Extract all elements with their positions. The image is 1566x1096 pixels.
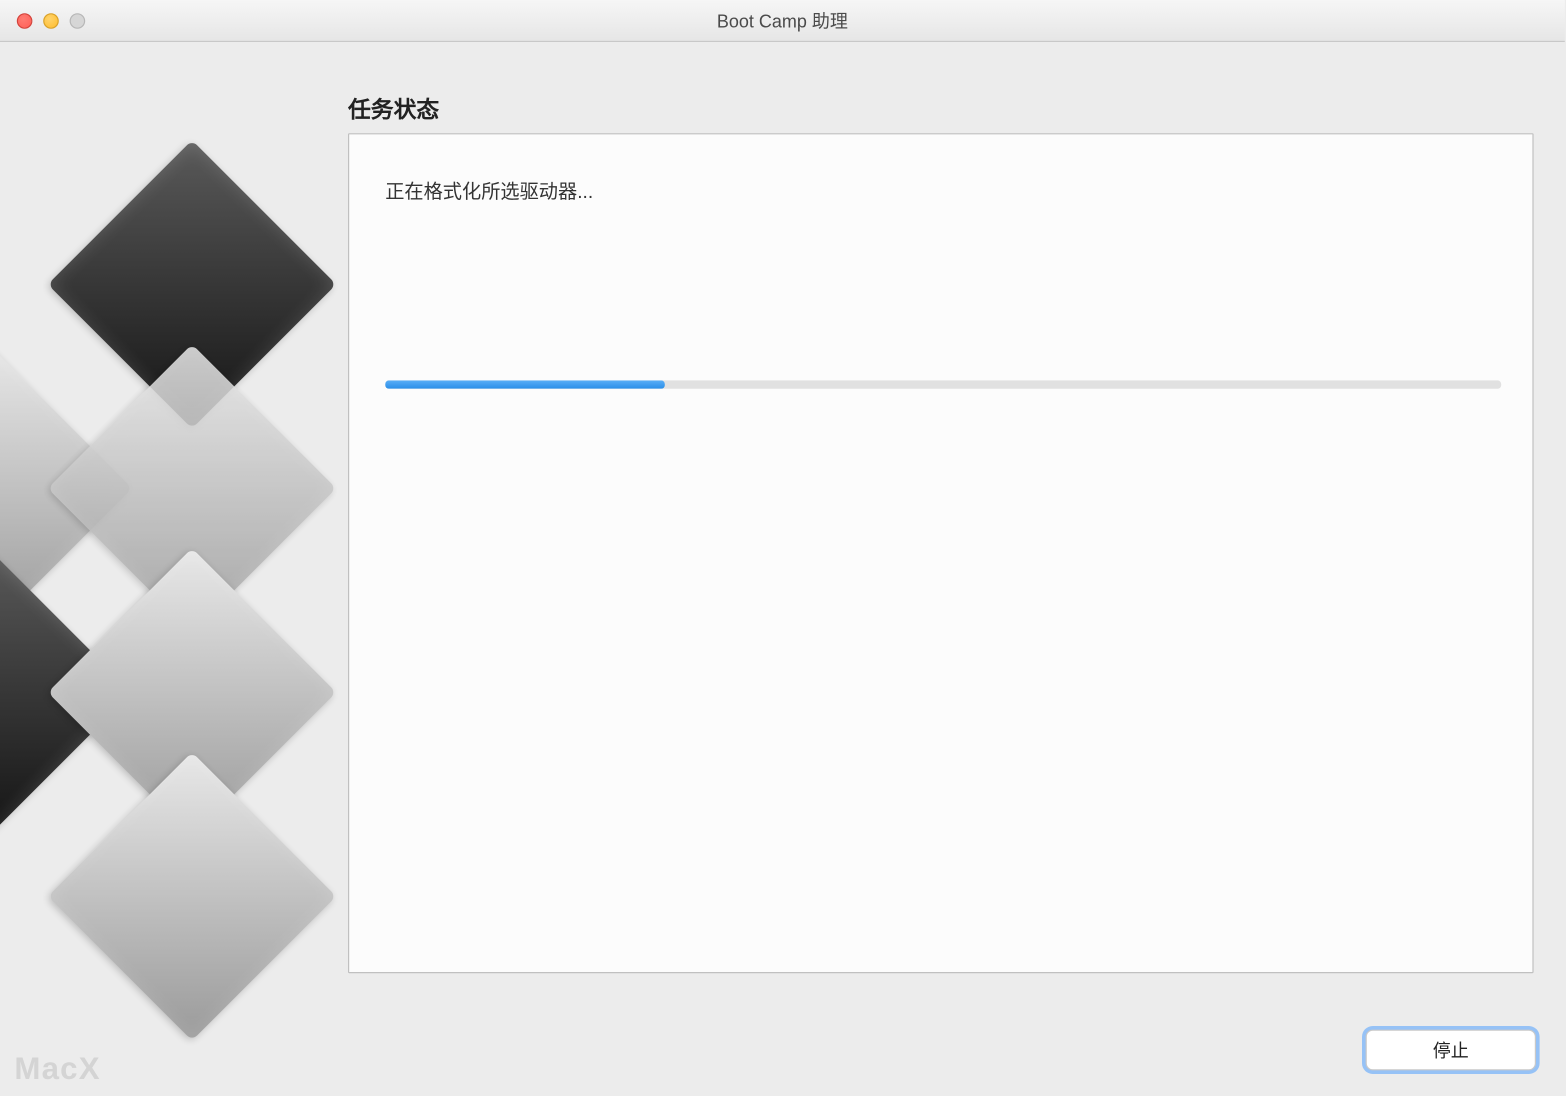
task-status-panel: 正在格式化所选驱动器... [348,133,1534,973]
maximize-window-icon [70,13,86,29]
window-title: Boot Camp 助理 [0,8,1565,33]
window-content: 任务状态 正在格式化所选驱动器... 停止 MacX [0,42,1565,1094]
window-traffic-lights [0,13,85,29]
progress-bar-fill [385,380,664,388]
minimize-window-icon[interactable] [43,13,59,29]
window-titlebar: Boot Camp 助理 [0,0,1565,42]
stop-button[interactable]: 停止 [1366,1030,1536,1071]
bootcamp-logo-icon [0,146,336,914]
close-window-icon[interactable] [17,13,33,29]
progress-bar [385,380,1501,388]
panel-heading: 任务状态 [348,92,439,124]
status-message: 正在格式化所选驱动器... [385,175,593,204]
watermark-text: MacX [14,1050,100,1087]
